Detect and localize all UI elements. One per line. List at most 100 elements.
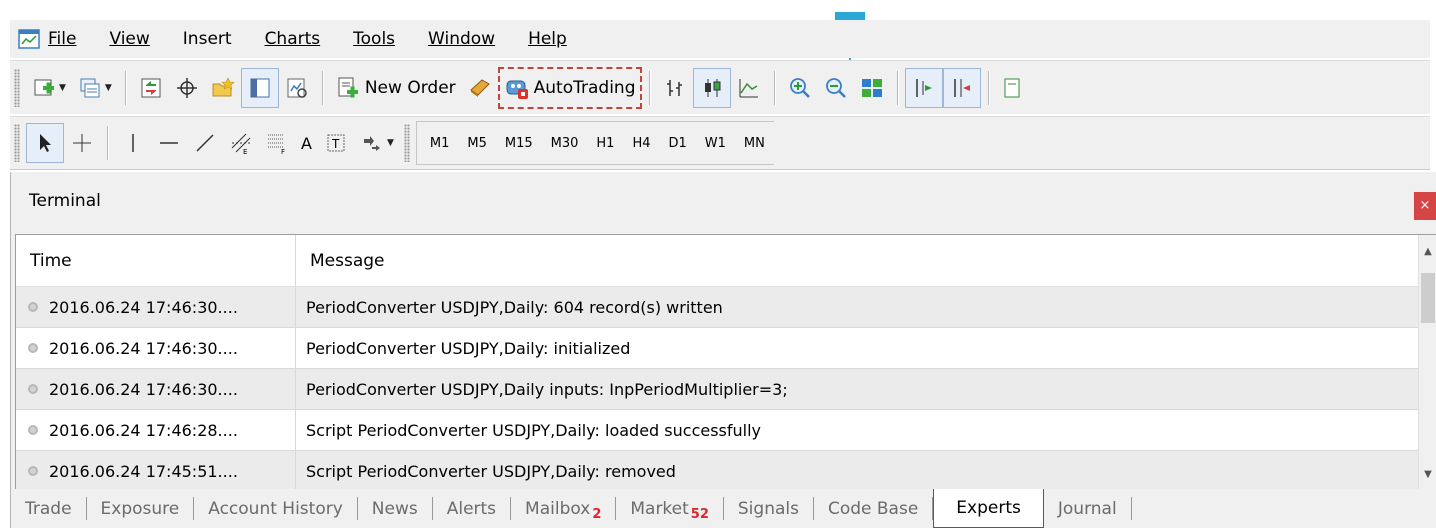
table-body: 2016.06.24 17:46:30.... PeriodConverter …	[16, 287, 1420, 490]
scroll-down-icon[interactable]: ▼	[1419, 464, 1436, 486]
log-status-icon	[28, 425, 38, 435]
tile-windows-button[interactable]	[854, 68, 890, 108]
tab-news[interactable]: News	[358, 497, 433, 520]
timeframe-m15-button[interactable]: M15	[496, 123, 542, 163]
svg-text:T: T	[331, 137, 340, 151]
text-tool-button[interactable]: A	[295, 123, 318, 163]
tab-mailbox[interactable]: Mailbox 2	[511, 497, 617, 522]
menu-charts[interactable]: Charts	[265, 29, 321, 49]
tab-experts[interactable]: Experts	[933, 489, 1044, 528]
close-icon[interactable]: ×	[1414, 192, 1436, 220]
menu-view[interactable]: View	[109, 29, 149, 49]
text-label-tool-button[interactable]: T	[318, 123, 354, 163]
toolbar-separator	[988, 70, 990, 105]
chart-shift-button[interactable]	[943, 67, 982, 108]
line-chart-button[interactable]	[731, 68, 767, 108]
new-chart-button[interactable]: ▼	[26, 68, 72, 108]
tile-windows-icon	[862, 78, 883, 97]
log-time: 2016.06.24 17:46:28....	[49, 420, 238, 440]
table-row[interactable]: 2016.06.24 17:46:30.... PeriodConverter …	[16, 287, 1420, 328]
tab-code-base[interactable]: Code Base	[814, 497, 934, 520]
tab-exposure[interactable]: Exposure	[87, 497, 195, 520]
line-chart-icon	[739, 78, 759, 97]
scroll-up-icon[interactable]: ▲	[1419, 241, 1436, 263]
timeframe-m30-button[interactable]: M30	[542, 123, 588, 163]
autotrading-button[interactable]: AutoTrading	[497, 66, 643, 109]
table-row[interactable]: 2016.06.24 17:46:30.... PeriodConverter …	[16, 369, 1420, 410]
menu-insert[interactable]: Insert	[183, 29, 232, 49]
autotrading-icon	[506, 80, 528, 99]
candlestick-button[interactable]	[693, 67, 732, 108]
market-watch-icon	[141, 78, 161, 97]
horizontal-line-icon	[160, 142, 178, 144]
column-header-message[interactable]: Message	[296, 235, 1436, 286]
toolbar-grip[interactable]	[403, 124, 410, 162]
table-row[interactable]: 2016.06.24 17:46:28.... Script PeriodCon…	[16, 410, 1420, 451]
zoom-out-button[interactable]	[818, 68, 854, 108]
cursor-tool-button[interactable]	[26, 123, 64, 163]
vertical-scrollbar[interactable]: ▲ ▼	[1418, 235, 1436, 490]
timeframe-h4-button[interactable]: H4	[623, 123, 659, 163]
market-watch-button[interactable]	[133, 68, 169, 108]
vertical-line-tool-button[interactable]	[115, 123, 151, 163]
tab-alerts[interactable]: Alerts	[433, 497, 512, 520]
tab-signals[interactable]: Signals	[724, 497, 814, 520]
strategy-tester-button[interactable]	[279, 68, 315, 108]
log-message: Script PeriodConverter USDJPY,Daily: rem…	[306, 461, 676, 481]
fibonacci-tool-button[interactable]: F	[259, 123, 295, 163]
scrollbar-thumb[interactable]	[1421, 273, 1435, 323]
profiles-button[interactable]: ▼	[72, 68, 118, 108]
horizontal-line-tool-button[interactable]	[151, 123, 187, 163]
new-order-button[interactable]: New Order	[330, 68, 462, 108]
zoom-in-button[interactable]	[782, 68, 818, 108]
timeframes-toolbar: M1 M5 M15 M30 H1 H4 D1 W1 MN	[415, 121, 774, 165]
menu-file[interactable]: File	[48, 29, 76, 49]
toolbar-separator	[774, 70, 776, 105]
equidistant-channel-tool-button[interactable]: E	[223, 123, 259, 163]
column-header-time[interactable]: Time	[16, 235, 296, 286]
tab-journal[interactable]: Journal	[1044, 497, 1132, 520]
toolbar-separator	[107, 126, 108, 160]
crosshair-tool-button[interactable]	[64, 123, 100, 163]
table-row[interactable]: 2016.06.24 17:46:30.... PeriodConverter …	[16, 328, 1420, 369]
tab-market[interactable]: Market 52	[616, 497, 724, 522]
log-message: Script PeriodConverter USDJPY,Daily: loa…	[306, 420, 762, 440]
metaeditor-button[interactable]	[462, 68, 498, 108]
zoom-out-icon	[826, 77, 847, 98]
log-message: PeriodConverter USDJPY,Daily: 604 record…	[306, 297, 723, 317]
arrows-tool-button[interactable]: ▼	[354, 123, 400, 163]
log-status-icon	[28, 302, 38, 312]
new-order-label: New Order	[364, 77, 456, 98]
bar-chart-button[interactable]	[657, 68, 693, 108]
auto-scroll-button[interactable]	[905, 67, 944, 108]
navigator-button[interactable]	[205, 68, 241, 108]
terminal-panel: Terminal × Time Message 2016.06.24 17:46…	[10, 172, 1436, 528]
timeframe-w1-button[interactable]: W1	[696, 123, 735, 163]
mailbox-count-badge: 2	[592, 507, 602, 522]
log-message: PeriodConverter USDJPY,Daily inputs: Inp…	[306, 379, 788, 399]
toolbar-separator	[649, 70, 651, 105]
timeframe-mn-button[interactable]: MN	[735, 123, 774, 163]
table-header: Time Message	[16, 235, 1436, 287]
log-status-icon	[28, 384, 38, 394]
terminal-toggle-button[interactable]	[240, 67, 279, 108]
toolbar-grip[interactable]	[14, 124, 20, 162]
toolbar-overflow-button[interactable]	[996, 68, 1032, 108]
tab-account-history[interactable]: Account History	[194, 497, 358, 520]
tab-trade[interactable]: Trade	[11, 497, 87, 520]
crosshair-icon	[176, 77, 197, 98]
toolbar-grip[interactable]	[14, 68, 20, 107]
crosshair-tool-icon	[73, 134, 91, 152]
auto-scroll-icon	[916, 78, 933, 97]
table-row[interactable]: 2016.06.24 17:45:51.... Script PeriodCon…	[16, 451, 1420, 490]
timeframe-m1-button[interactable]: M1	[421, 123, 459, 163]
menu-tools[interactable]: Tools	[353, 29, 395, 49]
menu-window[interactable]: Window	[428, 29, 495, 49]
crosshair-button[interactable]	[169, 68, 205, 108]
timeframe-h1-button[interactable]: H1	[587, 123, 623, 163]
trendline-tool-button[interactable]	[187, 123, 223, 163]
menu-help[interactable]: Help	[528, 29, 567, 49]
timeframe-d1-button[interactable]: D1	[660, 123, 696, 163]
timeframe-m5-button[interactable]: M5	[458, 123, 496, 163]
chevron-down-icon: ▼	[59, 82, 66, 93]
